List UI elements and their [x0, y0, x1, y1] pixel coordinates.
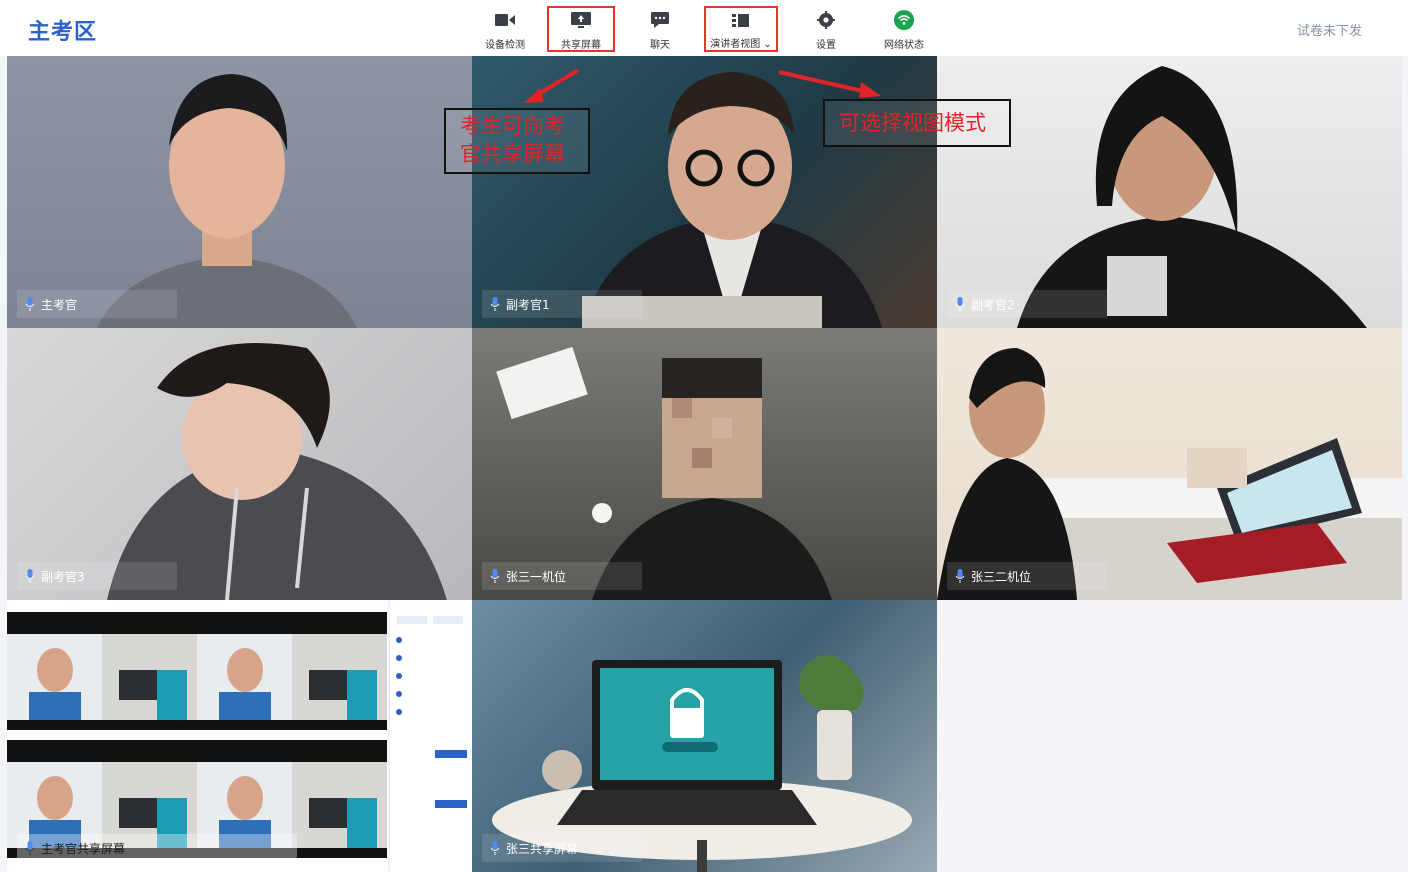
speaker-view-icon	[731, 12, 751, 29]
microphone-icon	[490, 569, 500, 583]
participant-name: 主考官	[41, 297, 78, 312]
exam-status-text: 试卷未下发	[1296, 24, 1362, 39]
video-tile-candidate-camera-2[interactable]: 张三二机位	[937, 328, 1402, 600]
participant-name-tag: 副考官2	[947, 290, 1107, 318]
video-tile-chief-examiner-screen-share[interactable]: 主考官共享屏幕	[7, 600, 472, 872]
speaker-view-button[interactable]: 演讲者视图 ⌄	[704, 6, 778, 52]
microphone-icon	[955, 297, 965, 311]
annotation-view-hint: 可选择视图模式	[823, 99, 1011, 147]
video-tile-deputy-examiner-2[interactable]: 副考官2	[937, 56, 1402, 328]
speaker-view-label: 演讲者视图	[710, 39, 761, 50]
microphone-icon	[25, 297, 35, 311]
participant-name: 副考官3	[41, 569, 85, 584]
microphone-icon	[955, 569, 965, 583]
microphone-icon	[25, 841, 35, 855]
empty-video-slot	[937, 600, 1402, 872]
microphone-icon	[25, 569, 35, 583]
participant-name: 张三一机位	[506, 569, 567, 584]
video-grid: 主考官 副考官1 副考官2 副考官3 张三一机位 张三二机位 主考官共享屏幕 张…	[7, 56, 1402, 872]
network-status-button[interactable]: 网络状态	[880, 6, 928, 52]
chat-icon	[650, 10, 670, 30]
wifi-icon	[894, 10, 914, 30]
video-tile-deputy-examiner-3[interactable]: 副考官3	[7, 328, 472, 600]
participant-name-tag: 张三二机位	[947, 562, 1107, 590]
video-tile-candidate-camera-1[interactable]: 张三一机位	[472, 328, 937, 600]
participant-video	[937, 348, 1402, 600]
annotation-arrow-view	[778, 70, 881, 98]
gear-icon	[816, 10, 836, 30]
participant-name: 张三二机位	[971, 569, 1032, 584]
participant-video	[492, 655, 912, 872]
screen-share-button[interactable]: 共享屏幕	[547, 6, 615, 52]
participant-name: 主考官共享屏幕	[41, 841, 126, 856]
annotation-share-hint: 考生可向考官共享屏幕	[444, 108, 590, 174]
video-tile-candidate-screen-share[interactable]: 张三共享屏幕	[472, 600, 937, 872]
participant-name-tag: 副考官3	[17, 562, 177, 590]
settings-button[interactable]: 设置	[808, 6, 844, 52]
device-check-button[interactable]: 设备检测	[478, 6, 532, 52]
chevron-down-icon: ⌄	[763, 39, 772, 50]
participant-video	[107, 343, 447, 600]
annotation-arrow-share	[524, 68, 580, 103]
participant-name: 副考官2	[971, 297, 1015, 312]
participant-name-tag: 主考官	[17, 290, 177, 318]
participant-video	[496, 346, 832, 600]
participant-name-tag: 张三一机位	[482, 562, 642, 590]
video-tile-chief-examiner[interactable]: 主考官	[7, 56, 472, 328]
top-bar: 主考区 设备检测 共享屏幕 聊天 演讲者视图 ⌄ 设置 网络状态 试卷未下发	[0, 0, 1408, 56]
participant-name: 副考官1	[506, 297, 550, 312]
participant-name-tag: 张三共享屏幕	[482, 834, 642, 862]
screen-share-icon	[571, 12, 591, 30]
camera-icon	[495, 10, 515, 30]
participant-name: 张三共享屏幕	[506, 841, 579, 856]
chat-button[interactable]: 聊天	[640, 6, 680, 52]
participant-name-tag: 副考官1	[482, 290, 642, 318]
shared-screen-content	[7, 600, 472, 872]
app-title: 主考区	[28, 20, 98, 45]
shared-screen-preview	[7, 600, 472, 872]
microphone-icon	[490, 841, 500, 855]
microphone-icon	[490, 297, 500, 311]
participant-video	[1017, 66, 1367, 328]
participant-video	[97, 74, 357, 328]
participant-name-tag: 主考官共享屏幕	[17, 834, 297, 862]
